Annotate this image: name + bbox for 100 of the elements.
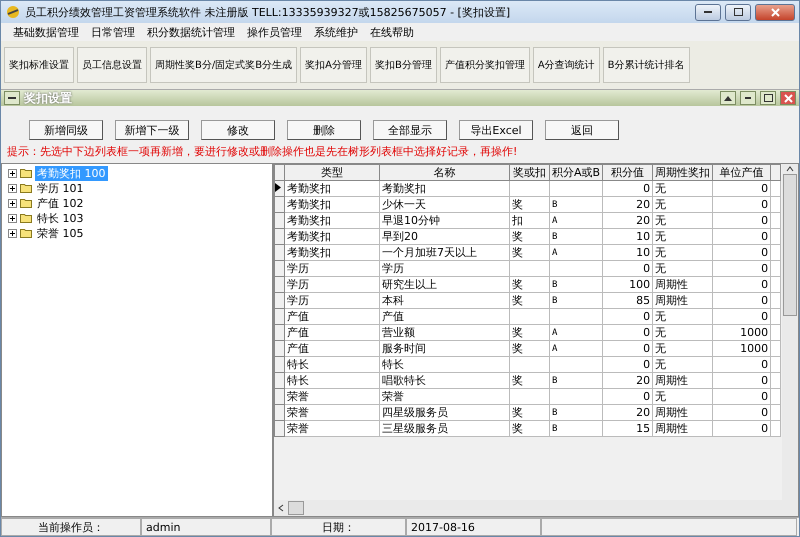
toolbar-button[interactable]: 奖扣A分管理 <box>300 47 367 83</box>
date-value: 2017-08-16 <box>406 518 541 536</box>
table-cell: B <box>550 404 603 420</box>
expand-icon[interactable] <box>8 184 17 192</box>
table-cell: 0 <box>712 196 771 212</box>
table-cell: 营业额 <box>380 324 510 340</box>
menu-item[interactable]: 系统维护 <box>308 24 364 40</box>
folder-icon <box>20 168 32 178</box>
minimize-button[interactable] <box>695 4 721 20</box>
tree-item[interactable]: 荣誉 105 <box>35 226 86 240</box>
menu-item[interactable]: 基础数据管理 <box>7 24 85 40</box>
table-cell: 0 <box>602 180 653 196</box>
table-cell: 产值 <box>284 340 380 356</box>
table-cell: 奖 <box>510 228 550 244</box>
tree-item[interactable]: 学历 101 <box>35 180 86 196</box>
column-header[interactable]: 积分值 <box>602 164 653 180</box>
current-row-icon <box>275 183 281 192</box>
scroll-up-button[interactable] <box>720 91 736 105</box>
table-cell: 研究生以上 <box>380 276 510 292</box>
table-cell: 考勤奖扣 <box>380 180 510 196</box>
tree-item[interactable]: 产值 102 <box>35 196 86 210</box>
window-title: 员工积分绩效管理工资管理系统软件 未注册版 TELL:13335939327或15825675057 - [奖扣设置] <box>25 4 512 20</box>
menu-item[interactable]: 在线帮助 <box>364 24 420 40</box>
close-button[interactable] <box>755 4 795 20</box>
table-cell: 本科 <box>380 292 510 308</box>
table-cell: 无 <box>652 340 713 356</box>
expand-icon[interactable] <box>8 214 17 222</box>
column-header[interactable]: 类型 <box>284 164 380 180</box>
action-button[interactable]: 导出Excel <box>459 120 533 140</box>
toolbar-button[interactable]: 产值积分奖扣管理 <box>440 47 530 83</box>
system-menu-button[interactable] <box>4 91 20 105</box>
table-cell: 0 <box>712 276 771 292</box>
column-header[interactable]: 名称 <box>380 164 510 180</box>
action-button[interactable]: 删除 <box>287 120 361 140</box>
table-cell <box>510 180 550 196</box>
table-cell: 奖 <box>510 372 550 388</box>
menu-item[interactable]: 积分数据统计管理 <box>141 24 241 40</box>
minimize-icon <box>745 96 751 100</box>
expand-icon[interactable] <box>8 228 17 238</box>
table-cell: 特长 <box>284 372 380 388</box>
minimize-button[interactable] <box>740 91 756 105</box>
table-cell: 0 <box>712 356 771 372</box>
menu-item[interactable]: 操作员管理 <box>241 24 308 40</box>
column-header[interactable]: 积分A或B <box>550 164 603 180</box>
table-cell: 学历 <box>284 292 380 308</box>
action-button[interactable]: 新增同级 <box>29 120 103 140</box>
table-cell: 0 <box>712 212 771 228</box>
table-cell: 早到20 <box>380 228 510 244</box>
table-cell: 考勤奖扣 <box>284 244 380 260</box>
column-header[interactable]: 奖或扣 <box>510 164 550 180</box>
expand-icon[interactable] <box>8 168 17 178</box>
table-cell: 考勤奖扣 <box>284 196 380 212</box>
toolbar-button[interactable]: 周期性奖B分/固定式奖B分生成 <box>150 47 298 83</box>
action-button[interactable]: 返回 <box>545 120 619 140</box>
action-button[interactable]: 修改 <box>201 120 275 140</box>
toolbar-button[interactable]: B分累计统计排名 <box>602 47 690 83</box>
tree-item[interactable]: 特长 103 <box>35 210 86 226</box>
table-cell: 奖 <box>510 420 550 436</box>
table-cell: A <box>550 212 603 228</box>
action-button[interactable]: 新增下一级 <box>115 120 189 140</box>
table-cell: B <box>550 292 603 308</box>
column-header[interactable]: 周期性奖扣 <box>652 164 713 180</box>
table-cell: A <box>550 324 603 340</box>
table-cell: 15 <box>602 420 653 436</box>
table-cell <box>550 180 603 196</box>
toolbar-button[interactable]: 奖扣标准设置 <box>4 47 74 83</box>
table-cell: 无 <box>652 308 713 324</box>
scroll-thumb[interactable] <box>783 174 797 316</box>
toolbar-button[interactable]: A分查询统计 <box>532 47 600 83</box>
close-button[interactable] <box>780 91 796 105</box>
table-cell: 20 <box>602 196 653 212</box>
folder-icon <box>20 183 32 193</box>
maximize-button[interactable] <box>760 91 776 105</box>
table-cell: 服务时间 <box>380 340 510 356</box>
table-cell: 20 <box>602 212 653 228</box>
table-cell <box>550 388 603 404</box>
toolbar-button[interactable]: 奖扣B分管理 <box>370 47 437 83</box>
table-cell: 无 <box>652 260 713 276</box>
scroll-thumb[interactable] <box>288 501 304 515</box>
action-button[interactable]: 全部显示 <box>373 120 447 140</box>
table-cell: 周期性 <box>652 420 713 436</box>
vertical-scrollbar[interactable] <box>782 164 798 500</box>
table-cell: 0 <box>602 260 653 276</box>
toolbar-button[interactable]: 员工信息设置 <box>77 47 147 83</box>
table-cell: A <box>550 340 603 356</box>
maximize-button[interactable] <box>725 4 751 20</box>
table-cell: 0 <box>602 340 653 356</box>
table-cell: 周期性 <box>652 276 713 292</box>
table-cell: 无 <box>652 244 713 260</box>
table-cell: 无 <box>652 180 713 196</box>
table-cell: 0 <box>602 388 653 404</box>
expand-icon[interactable] <box>8 198 17 208</box>
menu-item[interactable]: 日常管理 <box>85 24 141 40</box>
table-cell: 无 <box>652 324 713 340</box>
table-cell: 学历 <box>380 260 510 276</box>
folder-icon <box>20 198 32 208</box>
row-header[interactable] <box>274 180 284 196</box>
horizontal-scrollbar[interactable] <box>274 500 798 516</box>
column-header[interactable]: 单位产值 <box>712 164 771 180</box>
child-window-title: 奖扣设置 <box>24 90 73 106</box>
